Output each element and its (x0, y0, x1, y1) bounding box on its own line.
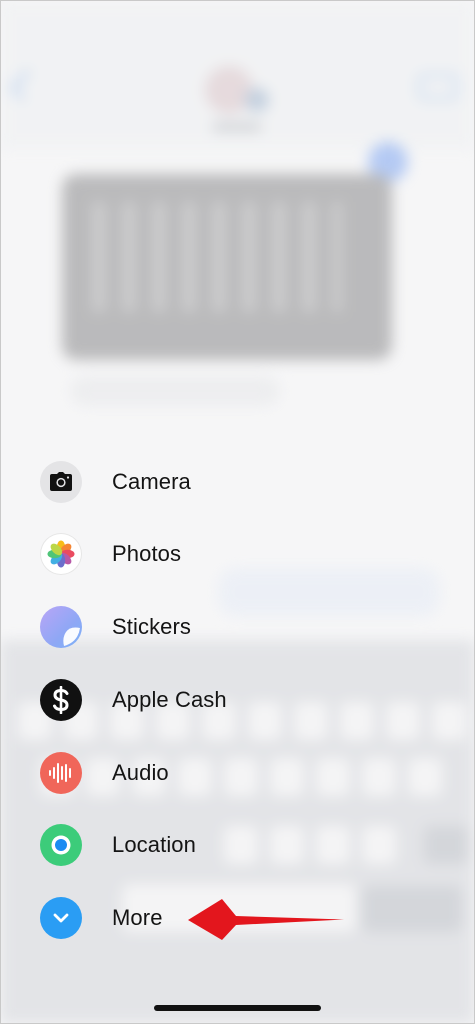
photos-icon (40, 533, 82, 575)
menu-item-stickers[interactable]: Stickers (0, 591, 475, 663)
menu-item-location[interactable]: Location (0, 809, 475, 881)
dollar-icon (40, 679, 82, 721)
menu-item-photos[interactable]: Photos (0, 518, 475, 590)
attachment-menu: Camera Photos Stickers Apple Cash Audio … (0, 446, 475, 956)
menu-item-label: Camera (112, 469, 191, 494)
menu-item-label: Apple Cash (112, 687, 227, 712)
camera-icon (40, 461, 82, 503)
contact-name (212, 122, 262, 132)
avatar (205, 66, 253, 114)
menu-item-label: Photos (112, 541, 182, 566)
chevron-down-icon (40, 897, 82, 939)
menu-item-label: Stickers (112, 614, 192, 639)
menu-item-label: More (112, 905, 163, 930)
menu-item-apple-cash[interactable]: Apple Cash (0, 664, 475, 736)
menu-item-label: Audio (112, 760, 169, 785)
menu-item-label: Location (112, 832, 196, 857)
image-message (62, 174, 392, 360)
location-icon (40, 824, 82, 866)
home-indicator[interactable] (154, 1005, 321, 1011)
stickers-icon (40, 606, 82, 648)
message-bubble (70, 376, 280, 406)
waveform-icon (40, 752, 82, 794)
video-call-icon (418, 74, 458, 100)
menu-item-camera[interactable]: Camera (0, 446, 475, 518)
menu-item-audio[interactable]: Audio (0, 737, 475, 809)
avatar-badge (245, 88, 269, 112)
messages-screen: Camera Photos Stickers Apple Cash Audio … (0, 0, 475, 1024)
annotation-arrow (188, 899, 344, 940)
